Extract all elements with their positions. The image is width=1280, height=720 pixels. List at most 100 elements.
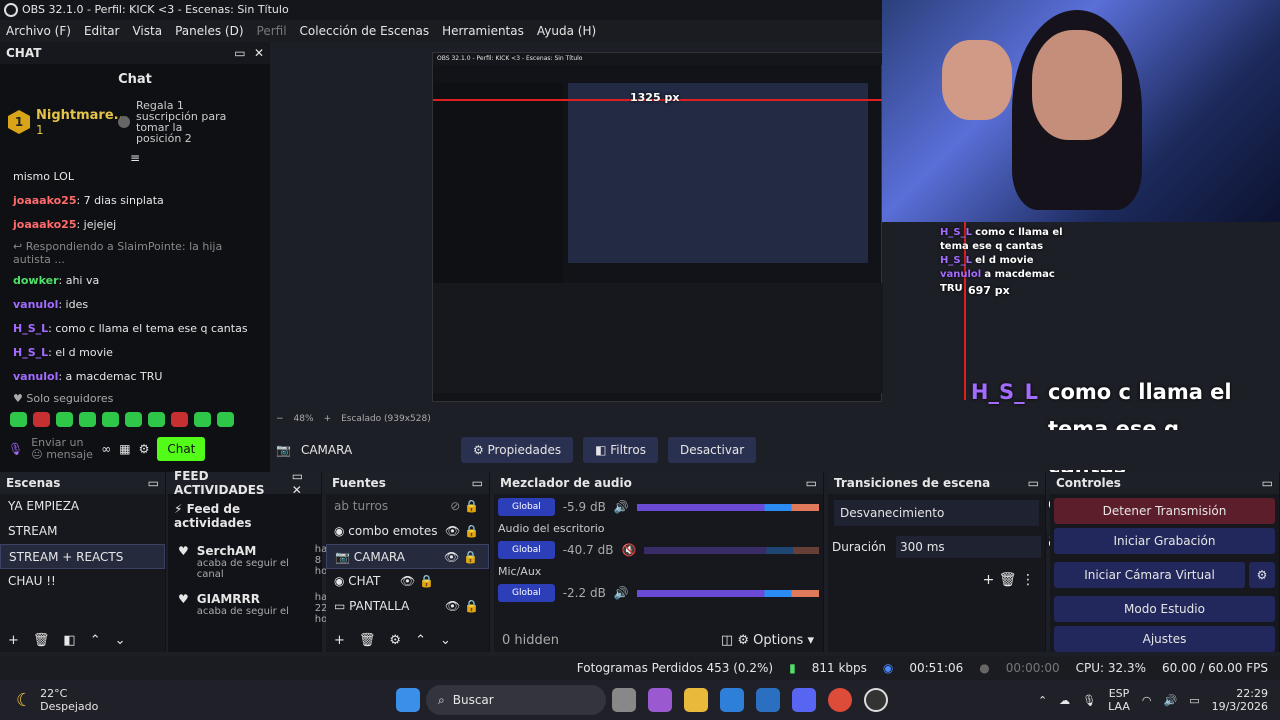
global-button[interactable]: Global [498, 498, 555, 516]
chat-input[interactable]: Enviar un 😐 mensaje [31, 437, 93, 461]
float-icon[interactable]: ▭ [1262, 476, 1273, 490]
copilot-icon[interactable] [648, 688, 672, 712]
battery-icon[interactable]: ▭ [1189, 694, 1199, 707]
transition-select[interactable]: Desvanecimiento [834, 500, 1039, 526]
chat-username[interactable]: vanulol [13, 298, 58, 311]
windows-start-icon[interactable] [396, 688, 420, 712]
eye-icon[interactable]: 👁 🔒 [444, 545, 488, 570]
cloud-icon[interactable]: ☁ [1059, 694, 1070, 707]
studio-mode-button[interactable]: Modo Estudio [1054, 596, 1275, 622]
float-icon[interactable]: ▭ [1028, 476, 1039, 490]
emote-icon[interactable] [102, 412, 119, 427]
float-icon[interactable]: ▭ [472, 476, 483, 490]
store-icon[interactable] [720, 688, 744, 712]
float-icon[interactable]: ▭ [806, 476, 817, 490]
menu-paneles[interactable]: Paneles (D) [175, 24, 243, 38]
source-item[interactable]: ◉ combo emotes 👁 🔒 [326, 519, 489, 544]
more-icon[interactable]: ⋮ [1021, 572, 1035, 588]
zoom-in-icon[interactable]: + [324, 414, 332, 424]
scene-item[interactable]: YA EMPIEZA [0, 494, 165, 519]
properties-button[interactable]: ⚙ Propiedades [460, 437, 574, 463]
word-icon[interactable] [756, 688, 780, 712]
float-icon[interactable]: ▭ [234, 46, 245, 60]
emote-icon[interactable] [56, 412, 73, 427]
menu-herramientas[interactable]: Herramientas [442, 24, 524, 38]
emote-icon[interactable] [217, 412, 234, 427]
scene-item[interactable]: STREAM [0, 519, 165, 544]
emote-icon[interactable] [33, 412, 50, 427]
wifi-icon[interactable]: ◠ [1142, 694, 1152, 707]
chevron-down-icon[interactable]: ⌄ [440, 633, 451, 648]
filter-icon[interactable]: ◧ [63, 633, 75, 648]
duration-input[interactable]: 300 ms [896, 536, 1041, 558]
store-icon[interactable]: ▦ [119, 442, 130, 456]
menu-vista[interactable]: Vista [132, 24, 162, 38]
start-recording-button[interactable]: Iniciar Grabación [1054, 528, 1275, 554]
hidden-eye-icon[interactable]: ⊘ 🔒 [450, 494, 489, 519]
discord-icon[interactable] [792, 688, 816, 712]
source-item[interactable]: ◉ CHAT 👁 🔒 [326, 569, 489, 594]
eye-icon[interactable]: 👁 🔒 [445, 519, 489, 544]
emote-icon[interactable] [79, 412, 96, 427]
scroll-down-icon[interactable]: ≡ [0, 151, 270, 165]
volume-icon[interactable]: 🔊 [1163, 694, 1177, 707]
scene-item[interactable]: CHAU !! [0, 569, 165, 594]
layout-icon[interactable]: ◫ [721, 633, 733, 648]
menu-ayuda[interactable]: Ayuda (H) [537, 24, 596, 38]
chat-username[interactable]: vanulol [13, 370, 58, 383]
add-icon[interactable]: + [334, 633, 345, 648]
chat-username[interactable]: joaaako25 [13, 218, 76, 231]
emote-icon[interactable] [194, 412, 211, 427]
scene-item-selected[interactable]: STREAM + REACTS [0, 544, 165, 569]
close-icon[interactable]: ✕ [292, 483, 302, 497]
menu-archivo[interactable]: Archivo (F) [6, 24, 71, 38]
chevron-up-icon[interactable]: ⌃ [415, 633, 426, 648]
emote-icon[interactable] [125, 412, 142, 427]
global-button[interactable]: Global [498, 541, 555, 559]
chat-username[interactable]: joaaako25 [13, 194, 76, 207]
eye-icon[interactable]: 👁 🔒 [400, 569, 444, 594]
chrome-icon[interactable] [828, 688, 852, 712]
source-item[interactable]: ab turros ⊘ 🔒 [326, 494, 489, 519]
mic-tray-icon[interactable]: 🎙 [1082, 694, 1096, 707]
muted-speaker-icon[interactable]: 🔇 [621, 543, 636, 557]
chevron-up-icon[interactable]: ⌃ [90, 633, 101, 648]
trash-icon[interactable]: 🗑 [33, 633, 50, 648]
taskbar-search[interactable]: ⌕ Buscar [426, 685, 606, 715]
trash-icon[interactable]: 🗑 [999, 572, 1017, 588]
virtual-camera-button[interactable]: Iniciar Cámara Virtual [1054, 562, 1245, 588]
float-icon[interactable]: ▭ [148, 476, 159, 490]
emote-icon[interactable] [10, 412, 27, 427]
emote-picker-icon[interactable]: ∞ [101, 442, 111, 456]
source-item[interactable]: ▭ PANTALLA 👁 🔒 [326, 594, 489, 619]
global-button[interactable]: Global [498, 584, 555, 602]
file-explorer-icon[interactable] [684, 688, 708, 712]
stop-stream-button[interactable]: Detener Transmisión [1054, 498, 1275, 524]
obs-taskbar-icon[interactable] [864, 688, 888, 712]
menu-perfil[interactable]: Perfil [257, 24, 287, 38]
add-icon[interactable]: + [983, 572, 995, 588]
options-button[interactable]: Options [753, 633, 803, 648]
filters-button[interactable]: ◧ Filtros [583, 437, 658, 463]
chevron-up-icon[interactable]: ⌃ [1038, 694, 1047, 707]
speaker-icon[interactable]: 🔊 [614, 586, 629, 600]
speaker-icon[interactable]: 🔊 [614, 500, 629, 514]
settings-gear-icon[interactable]: ⚙ [139, 442, 150, 456]
menu-coleccion[interactable]: Colección de Escenas [300, 24, 430, 38]
settings-button[interactable]: Ajustes [1054, 626, 1275, 652]
task-view-icon[interactable] [612, 688, 636, 712]
chat-send-button[interactable]: Chat [157, 437, 206, 461]
clock[interactable]: 22:29 19/3/2026 [1212, 687, 1268, 713]
menu-editar[interactable]: Editar [84, 24, 120, 38]
chevron-down-icon[interactable]: ⌄ [115, 633, 126, 648]
emote-icon[interactable] [171, 412, 188, 427]
trash-icon[interactable]: 🗑 [359, 633, 376, 648]
virtual-camera-gear-icon[interactable]: ⚙ [1249, 562, 1275, 588]
emote-icon[interactable] [148, 412, 165, 427]
zoom-out-icon[interactable]: − [276, 414, 284, 424]
chat-username[interactable]: H_S_L [13, 322, 48, 335]
close-icon[interactable]: ✕ [254, 46, 264, 60]
mixer-gear-icon[interactable]: ⚙ [737, 633, 749, 648]
gear-icon[interactable]: ⚙ [389, 633, 401, 648]
source-item-selected[interactable]: 📷 CAMARA 👁 🔒 [326, 544, 489, 569]
